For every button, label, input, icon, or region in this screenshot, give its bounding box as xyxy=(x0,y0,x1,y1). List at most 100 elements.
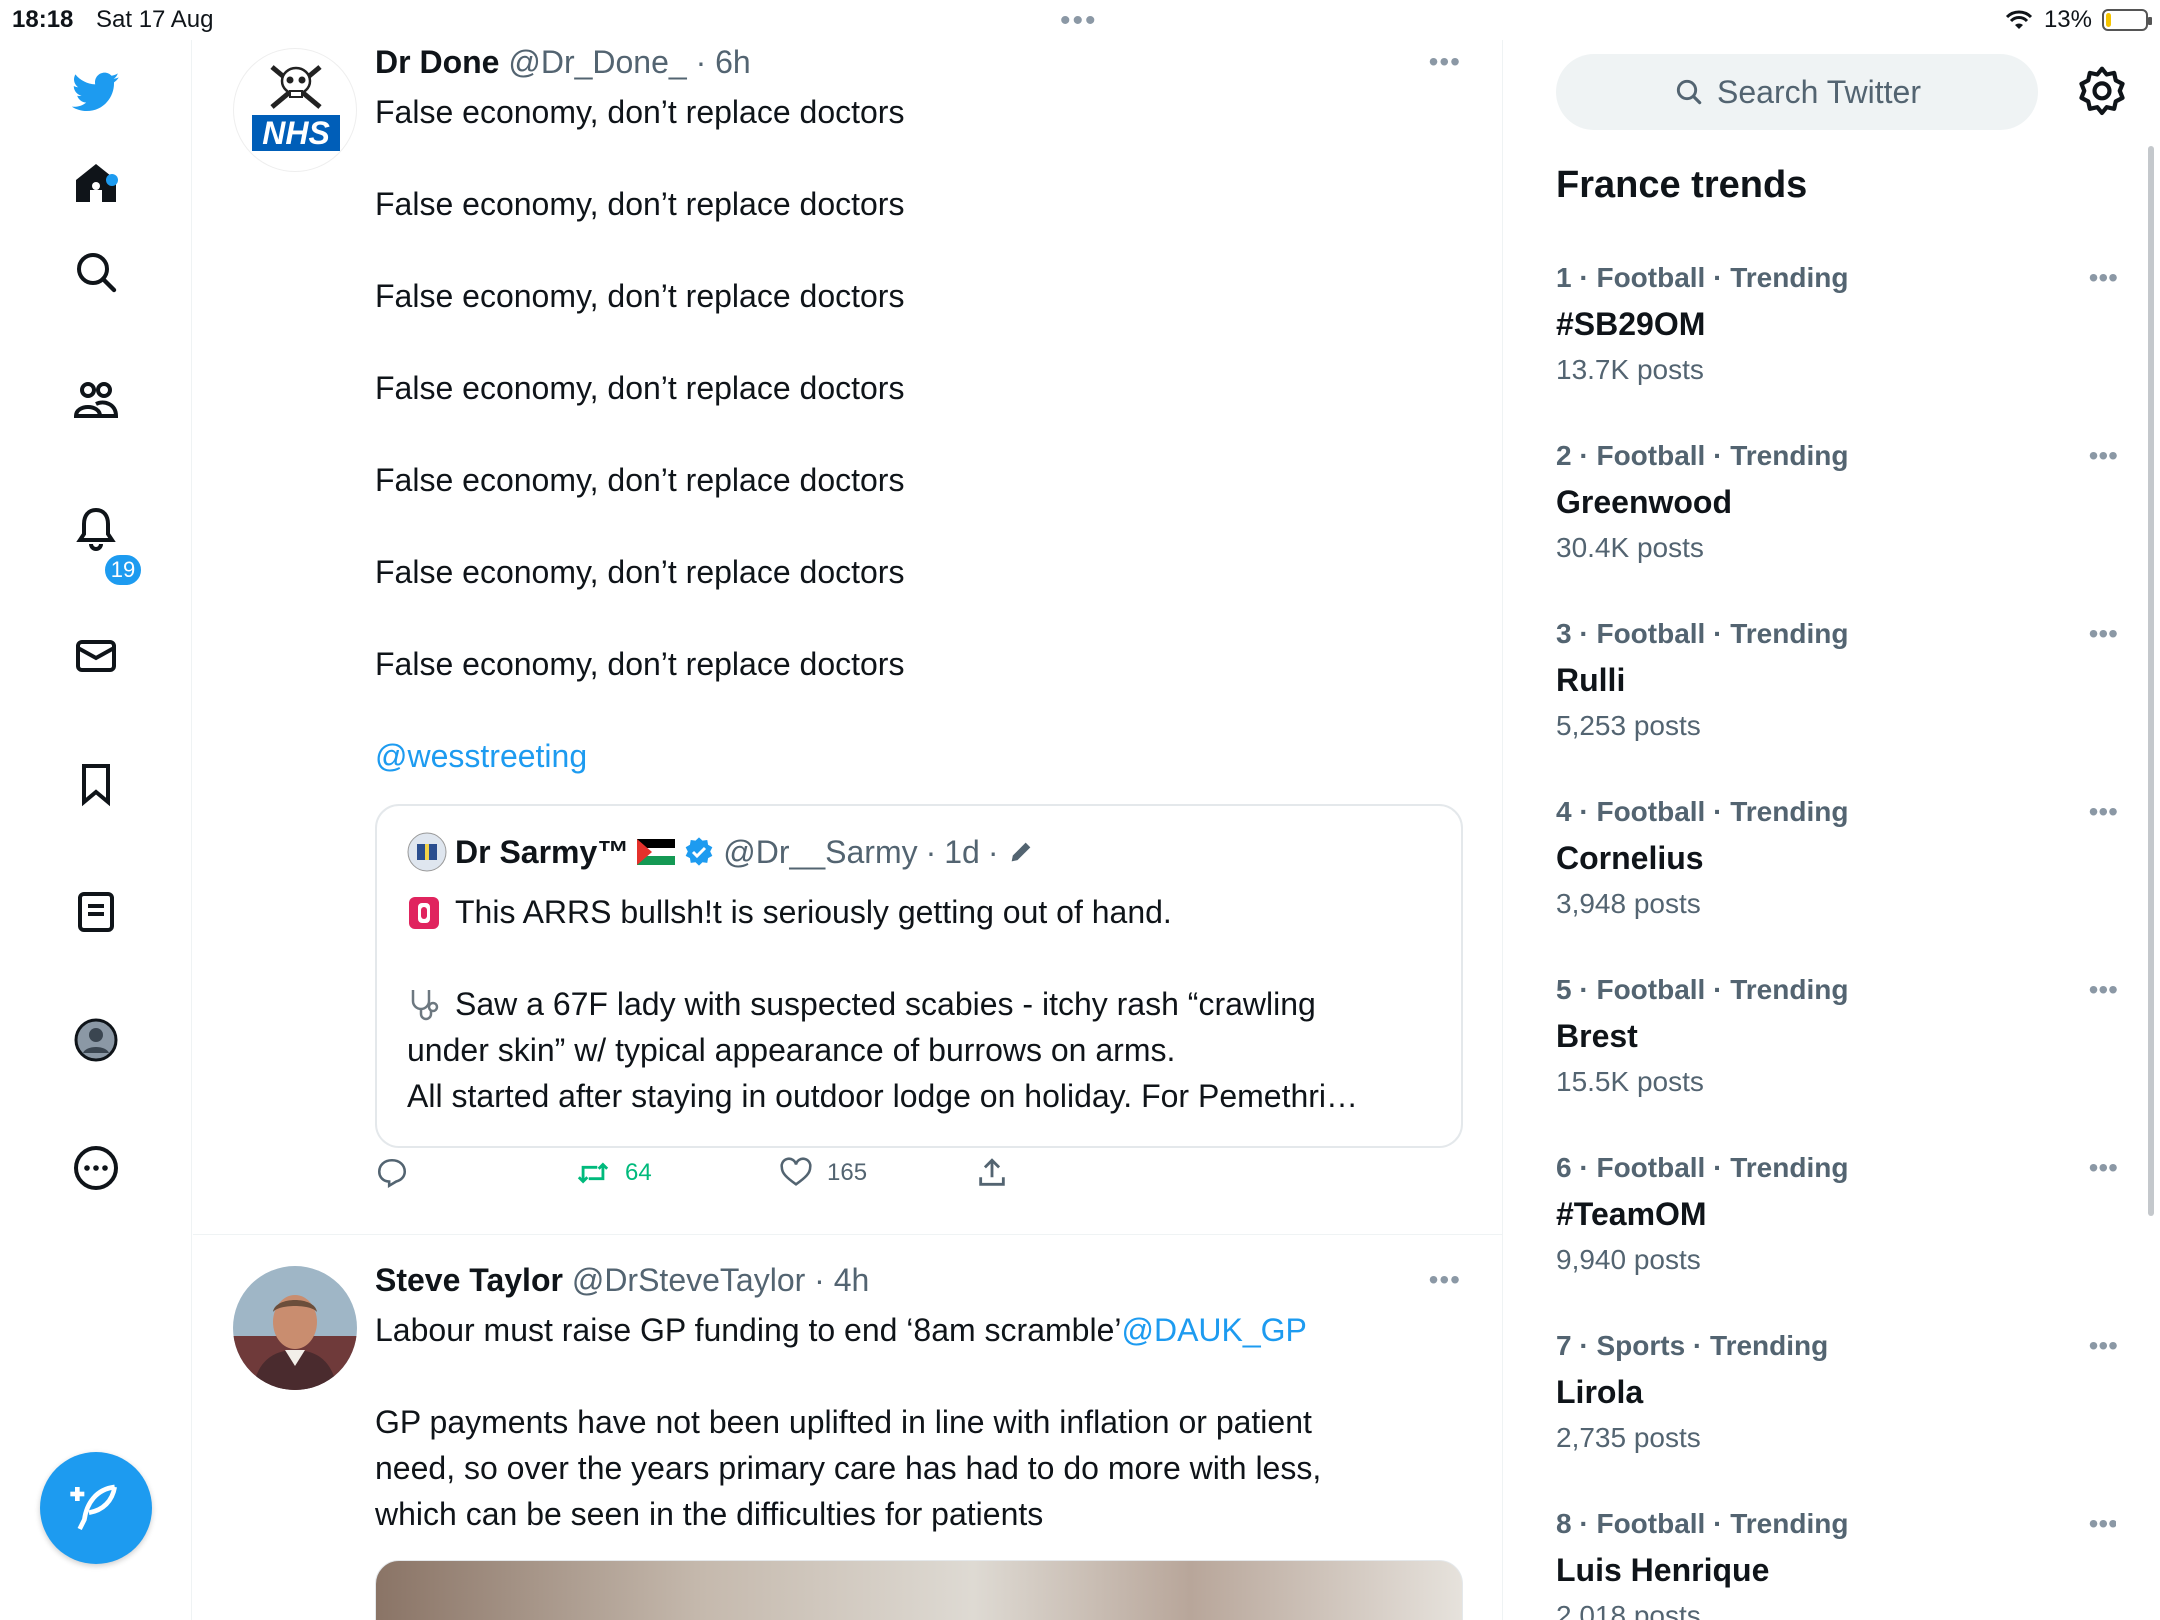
quote-text-line: All started after staying in outdoor lod… xyxy=(407,1078,1359,1114)
tweet-text-line: GP payments have not been uplifted in li… xyxy=(375,1404,1312,1440)
author-handle[interactable]: @DrSteveTaylor xyxy=(572,1262,805,1298)
tweet-time[interactable]: 4h xyxy=(834,1262,870,1298)
trend-more-icon[interactable]: ••• xyxy=(2089,440,2118,472)
trend-more-icon[interactable]: ••• xyxy=(2089,1508,2116,1540)
quote-text-line: Saw a 67F lady with suspected scabies - … xyxy=(407,986,1316,1023)
battery-icon xyxy=(2102,9,2152,31)
author-name[interactable]: Steve Taylor xyxy=(375,1262,563,1298)
communities-icon[interactable] xyxy=(70,374,122,426)
tweet-more-icon[interactable]: ••• xyxy=(1429,1264,1461,1296)
search-icon xyxy=(1676,79,1702,105)
trend-item[interactable]: 4 · Football · Trending Cornelius 3,948 … xyxy=(1556,796,2118,956)
lists-icon[interactable] xyxy=(70,886,122,938)
timeline[interactable]: NHS Dr Done @Dr_Done_ · 6h ••• False eco… xyxy=(193,40,1503,1620)
trend-topic[interactable]: #SB29OM xyxy=(1556,306,1705,343)
tweet-actions: 64 165 xyxy=(375,1156,1075,1206)
trend-more-icon[interactable]: ••• xyxy=(2089,1330,2118,1362)
trend-item[interactable]: 5 · Football · Trending Brest 15.5K post… xyxy=(1556,974,2118,1134)
battery-percent: 13% xyxy=(2043,6,2092,33)
profile-avatar-icon[interactable] xyxy=(70,1014,122,1066)
mention-link[interactable]: @DAUK_GP xyxy=(1121,1312,1306,1348)
tweet-text-line: False economy, don’t replace doctors xyxy=(375,646,905,682)
tweet-text-line: Labour must raise GP funding to end ‘8am… xyxy=(375,1312,1307,1348)
tweet-time[interactable]: 6h xyxy=(715,44,751,80)
quote-avatar[interactable] xyxy=(407,832,447,872)
trend-topic[interactable]: Rulli xyxy=(1556,662,1625,699)
edited-pencil-icon[interactable] xyxy=(1007,838,1035,866)
share-icon xyxy=(979,1158,1005,1186)
tweet-text-line: need, so over the years primary care has… xyxy=(375,1450,1322,1486)
messages-envelope-icon[interactable] xyxy=(70,630,122,682)
tweet-text-line: which can be seen in the difficulties fo… xyxy=(375,1496,1044,1532)
avatar[interactable]: NHS xyxy=(233,48,357,172)
like-count: 165 xyxy=(827,1159,868,1186)
tweet-media-image[interactable] xyxy=(375,1560,1463,1620)
palestine-flag-icon xyxy=(637,839,676,865)
trend-item[interactable]: 1 · Football · Trending #SB29OM 13.7K po… xyxy=(1556,262,2118,422)
trend-count: 2,018 posts xyxy=(1556,1600,1701,1620)
trend-topic[interactable]: Luis Henrique xyxy=(1556,1552,1769,1589)
trend-more-icon[interactable]: ••• xyxy=(2089,618,2118,650)
tweet-header: Steve Taylor @DrSteveTaylor · 4h xyxy=(375,1262,870,1298)
avatar[interactable] xyxy=(233,1266,357,1390)
twitter-bird-icon[interactable] xyxy=(70,66,122,118)
quote-author-name[interactable]: Dr Sarmy™ xyxy=(455,834,629,871)
retweet-count: 64 xyxy=(625,1159,652,1186)
share-button[interactable] xyxy=(975,1156,1009,1190)
trend-count: 2,735 posts xyxy=(1556,1422,1701,1453)
author-handle[interactable]: @Dr_Done_ xyxy=(508,44,686,80)
retweet-button[interactable]: 64 xyxy=(575,1156,652,1190)
tweet-more-icon[interactable]: ••• xyxy=(1429,46,1461,78)
trend-topic[interactable]: Greenwood xyxy=(1556,484,1732,521)
trend-topic[interactable]: Cornelius xyxy=(1556,840,1704,877)
trend-item[interactable]: 6 · Football · Trending #TeamOM 9,940 po… xyxy=(1556,1152,2118,1312)
trend-item[interactable]: 2 · Football · Trending Greenwood 30.4K … xyxy=(1556,440,2118,600)
notifications-badge: 19 xyxy=(102,552,144,588)
retweet-icon xyxy=(577,1162,609,1184)
like-button[interactable]: 165 xyxy=(779,1156,867,1190)
trend-item[interactable]: 8 · Football · Trending Luis Henrique 2,… xyxy=(1556,1508,2116,1620)
trend-count: 15.5K posts xyxy=(1556,1066,1704,1097)
tweet-text-line: False economy, don’t replace doctors xyxy=(375,94,905,130)
trend-item[interactable]: 7 · Sports · Trending Lirola 2,735 posts… xyxy=(1556,1330,2118,1490)
trend-topic[interactable]: Brest xyxy=(1556,1018,1638,1055)
trends-title: France trends xyxy=(1556,164,1808,206)
quoted-tweet[interactable]: Dr Sarmy™ @Dr__Sarmy · 1d · This ARRS bu… xyxy=(375,804,1463,1148)
trend-topic[interactable]: Lirola xyxy=(1556,1374,1643,1411)
explore-search-icon[interactable] xyxy=(70,246,122,298)
right-sidebar: Search Twitter France trends 1 · Footbal… xyxy=(1504,40,2160,1620)
status-bar: 18:18 Sat 17 Aug ••• 13% xyxy=(0,0,2160,40)
sidebar-scrollbar[interactable] xyxy=(2148,146,2154,1216)
left-nav: 19 xyxy=(0,40,192,1620)
trend-count: 9,940 posts xyxy=(1556,1244,1701,1275)
trend-count: 13.7K posts xyxy=(1556,354,1704,385)
more-menu-icon[interactable] xyxy=(70,1142,122,1194)
status-right: 13% xyxy=(2004,6,2152,34)
trend-count: 30.4K posts xyxy=(1556,532,1704,563)
trend-topic[interactable]: #TeamOM xyxy=(1556,1196,1707,1233)
notifications-bell-icon[interactable] xyxy=(70,502,122,554)
search-input[interactable]: Search Twitter xyxy=(1556,54,2038,130)
reply-button[interactable] xyxy=(375,1156,409,1190)
status-time: 18:18 xyxy=(12,6,74,33)
trend-more-icon[interactable]: ••• xyxy=(2089,262,2118,294)
trend-more-icon[interactable]: ••• xyxy=(2089,1152,2118,1184)
quote-author-handle[interactable]: @Dr__Sarmy xyxy=(723,834,917,871)
trend-more-icon[interactable]: ••• xyxy=(2089,796,2118,828)
verified-badge-icon xyxy=(685,837,713,866)
tweet-text-line: False economy, don’t replace doctors xyxy=(375,186,905,222)
mention-link[interactable]: @wesstreeting xyxy=(375,738,587,775)
quote-time[interactable]: 1d xyxy=(944,834,980,871)
author-name[interactable]: Dr Done xyxy=(375,44,499,80)
stethoscope-icon xyxy=(411,989,439,1020)
skull-crossbones-icon xyxy=(270,65,322,109)
trend-more-icon[interactable]: ••• xyxy=(2089,974,2118,1006)
bookmarks-icon[interactable] xyxy=(70,758,122,810)
multitasking-dots-icon[interactable]: ••• xyxy=(1060,4,1098,38)
wifi-icon xyxy=(2005,10,2033,29)
quote-text-line: This ARRS bullsh!t is seriously getting … xyxy=(407,894,1172,931)
trend-item[interactable]: 3 · Football · Trending Rulli 5,253 post… xyxy=(1556,618,2118,778)
compose-tweet-button[interactable] xyxy=(40,1452,152,1564)
quote-header: Dr Sarmy™ @Dr__Sarmy · 1d · xyxy=(407,832,1035,872)
settings-gear-icon[interactable] xyxy=(2074,64,2130,120)
